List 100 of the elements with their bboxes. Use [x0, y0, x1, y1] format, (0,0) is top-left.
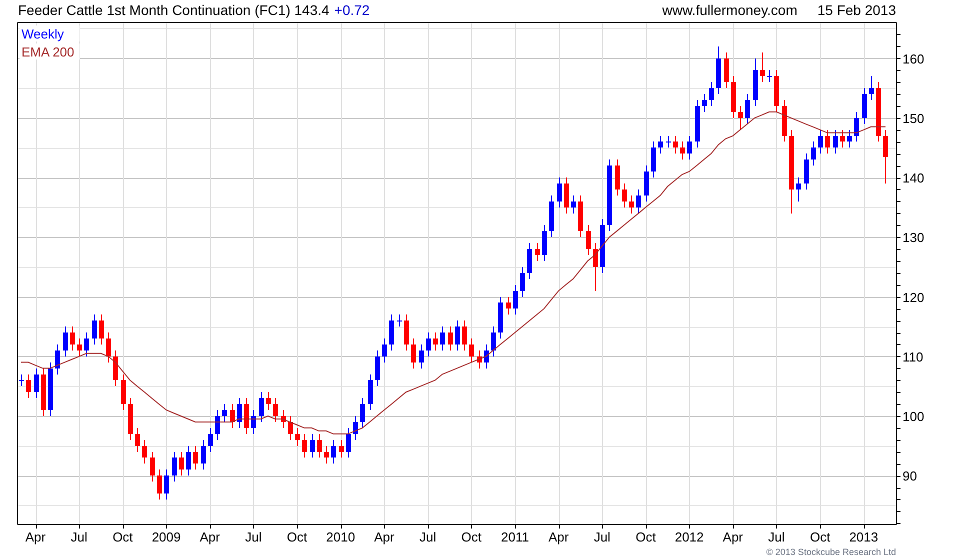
- axis-label: Oct: [636, 530, 656, 544]
- axis-label: Apr: [200, 530, 220, 544]
- candlestick: [121, 374, 126, 411]
- candlestick: [615, 159, 620, 196]
- candlestick: [99, 314, 104, 345]
- candlestick: [77, 338, 82, 357]
- candlestick: [520, 266, 525, 298]
- candlestick: [404, 314, 409, 351]
- candlestick: [883, 129, 888, 184]
- axis-label: 2010: [326, 530, 356, 544]
- candlestick: [745, 94, 750, 124]
- axis-label: 120: [902, 290, 924, 305]
- candlestick: [702, 94, 707, 112]
- candlestick: [142, 439, 147, 464]
- axis-label: Oct: [286, 530, 308, 544]
- candlestick: [738, 105, 743, 130]
- candlestick: [586, 224, 591, 256]
- candlestick: [448, 326, 453, 351]
- chart-title: Feeder Cattle 1st Month Continuation (FC1) 143.4: [18, 0, 330, 20]
- candlestick: [92, 314, 97, 345]
- candlestick: [251, 410, 256, 434]
- candlestick: [193, 445, 198, 470]
- candlestick: [818, 129, 823, 154]
- candlestick: [172, 451, 177, 482]
- axis-label: 110: [902, 349, 924, 364]
- candlestick: [281, 410, 286, 428]
- candlestick: [389, 314, 394, 351]
- candlestick: [477, 350, 482, 369]
- candlestick: [716, 46, 721, 95]
- candlestick: [55, 344, 60, 375]
- axis-label: 130: [902, 230, 924, 246]
- axis-label: Apr: [374, 530, 394, 544]
- candlestick: [34, 368, 39, 399]
- candlestick: [767, 70, 772, 83]
- candlestick: [731, 76, 736, 118]
- candlestick: [375, 350, 380, 387]
- candlestick: [310, 433, 315, 458]
- candlestick: [644, 165, 649, 202]
- candlestick: [593, 242, 598, 292]
- candlestick: [244, 398, 249, 434]
- candlestick: [571, 194, 576, 214]
- candlestick: [266, 392, 271, 411]
- candlestick: [164, 469, 169, 500]
- axis-label: 90: [902, 468, 917, 484]
- candlestick: [549, 194, 554, 238]
- candlestick: [259, 392, 264, 422]
- candlestick: [48, 362, 53, 416]
- candlestick: [135, 427, 140, 452]
- candlestick: [527, 242, 532, 280]
- candlestick: [847, 129, 852, 148]
- candlestick: [419, 344, 424, 369]
- candlestick: [876, 82, 881, 142]
- candlestick: [629, 194, 634, 214]
- candlestick: [535, 242, 540, 262]
- candlestick: [455, 320, 460, 351]
- candlestick: [128, 398, 133, 440]
- candlestick: [753, 58, 758, 106]
- candlestick: [222, 404, 227, 422]
- candlestick: [796, 177, 801, 202]
- axis-label: 150: [902, 110, 924, 126]
- axis-label: Jul: [245, 530, 262, 544]
- candlestick: [666, 135, 671, 148]
- candlestick: [854, 111, 859, 142]
- candlestick: [397, 314, 402, 328]
- candlestick: [651, 141, 656, 178]
- copyright-text: © 2013 Stockcube Research Ltd: [766, 546, 896, 558]
- candlestick: [498, 296, 503, 339]
- axis-label: Jul: [594, 530, 610, 544]
- axis-label: 2009: [152, 530, 181, 544]
- candlestick: [41, 368, 46, 416]
- candlestick: [636, 188, 641, 214]
- axis-label: 2011: [500, 530, 529, 544]
- candlestick: [724, 52, 729, 89]
- candlestick: [302, 433, 307, 458]
- candlestick: [825, 129, 830, 154]
- website-link[interactable]: www.fullermoney.com: [662, 0, 798, 20]
- candlestick: [273, 398, 278, 422]
- candlestick: [833, 129, 838, 154]
- axis-label: 100: [902, 409, 924, 424]
- candlestick: [106, 332, 111, 363]
- candlestick: [295, 427, 300, 446]
- candlestick: [440, 326, 445, 351]
- candlestick: [513, 284, 518, 316]
- candlestick: [331, 439, 336, 464]
- axis-label: Oct: [810, 530, 830, 544]
- candlestick: [433, 332, 438, 351]
- candlestick: [19, 374, 24, 387]
- candlestick: [113, 350, 118, 387]
- candlestick: [673, 135, 678, 154]
- candlestick: [760, 52, 765, 83]
- candlestick: [186, 445, 191, 476]
- candlestick: [862, 88, 867, 124]
- candlestick: [840, 129, 845, 148]
- candlestick: [288, 416, 293, 440]
- candlestick: [84, 332, 89, 357]
- candlestick: [339, 439, 344, 458]
- candlestick: [150, 451, 155, 482]
- legend-label: Weekly: [22, 26, 64, 42]
- candlestick: [230, 404, 235, 428]
- candlestick: [774, 70, 779, 112]
